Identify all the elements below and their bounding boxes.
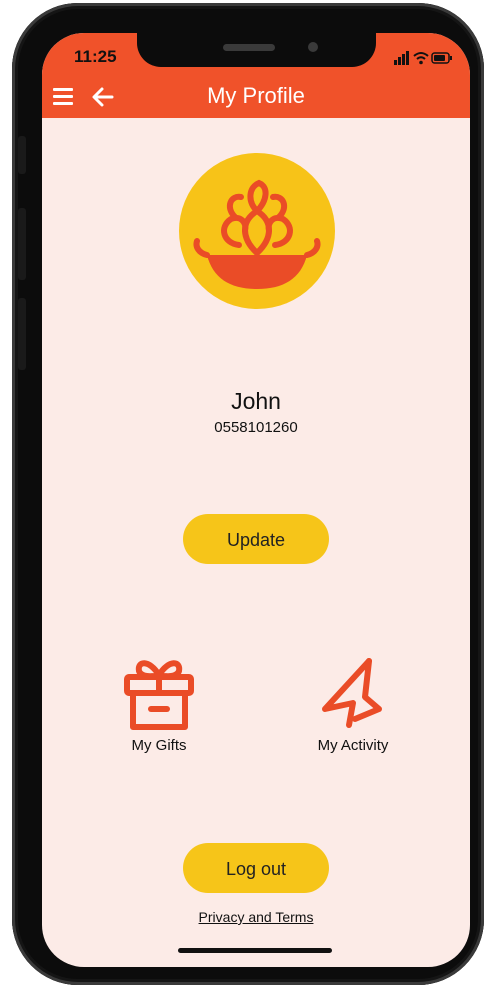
wifi-icon	[413, 52, 429, 60]
update-button[interactable]: Update	[183, 514, 329, 564]
privacy-terms-link[interactable]: Privacy and Terms	[42, 909, 470, 925]
volume-up-button	[18, 208, 26, 280]
status-time: 11:25	[74, 47, 117, 66]
phone-notch	[137, 33, 376, 67]
my-gifts-tile[interactable]: My Gifts	[94, 653, 224, 763]
silent-switch	[18, 136, 26, 174]
restaurant-logo	[179, 153, 335, 309]
status-icons	[394, 51, 452, 65]
wok-logo-icon	[193, 179, 321, 289]
my-gifts-label: My Gifts	[131, 737, 187, 754]
logout-button[interactable]: Log out	[183, 843, 329, 893]
battery-icon	[431, 52, 452, 64]
volume-down-button	[18, 298, 26, 370]
home-indicator	[178, 948, 332, 953]
activity-icon	[322, 658, 382, 728]
app-screen: 11:25 My Profile John 0558101260 Update …	[42, 33, 470, 967]
profile-phone: 0558101260	[214, 419, 298, 436]
gift-icon	[124, 660, 194, 730]
page-title: My Profile	[207, 83, 305, 108]
signal-icon	[394, 51, 409, 65]
profile-name: John	[231, 388, 281, 414]
my-activity-label: My Activity	[317, 737, 389, 754]
my-activity-tile[interactable]: My Activity	[288, 653, 418, 763]
